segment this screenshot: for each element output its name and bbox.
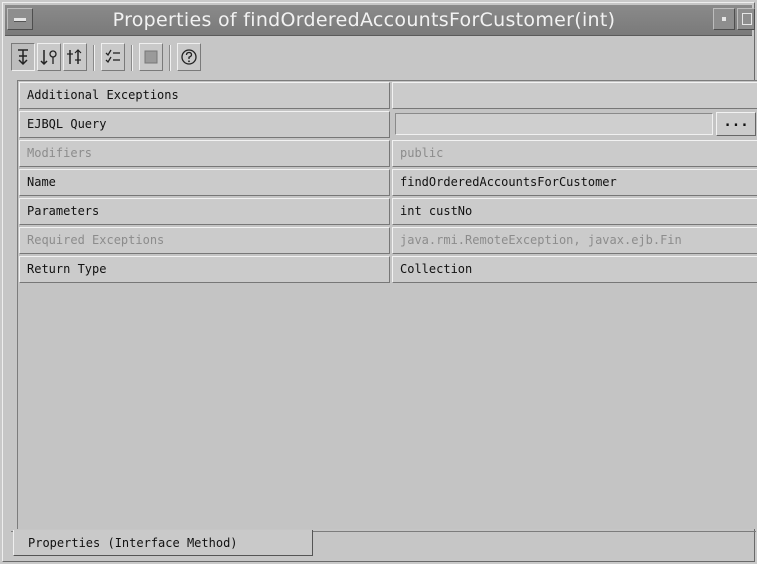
property-name-ejbql-query[interactable]: EJBQL Query (19, 111, 390, 138)
customize-icon (144, 50, 158, 64)
property-row: Return Type Collection (18, 255, 757, 284)
tab-properties-interface-method[interactable]: Properties (Interface Method) (13, 530, 313, 556)
unsorted-button[interactable] (63, 43, 87, 71)
toolbar-separator (93, 45, 95, 71)
property-value-required-exceptions: java.rmi.RemoteException, javax.ejb.Fin (392, 227, 757, 254)
property-row: EJBQL Query ... (18, 110, 757, 139)
ejbql-query-input[interactable] (395, 113, 713, 135)
help-icon (181, 49, 197, 65)
toolbar-separator (169, 45, 171, 71)
tab-strip: Properties (Interface Method) (11, 530, 756, 558)
property-name-parameters[interactable]: Parameters (19, 198, 390, 225)
property-value-return-type[interactable]: Collection (392, 256, 757, 283)
property-row: Modifiers public (18, 139, 757, 168)
sort-by-type-icon (40, 50, 57, 66)
properties-window: Properties of findOrderedAccountsForCust… (2, 2, 757, 562)
minimize-button[interactable] (713, 8, 735, 30)
property-name-return-type[interactable]: Return Type (19, 256, 390, 283)
toolbar-separator (131, 45, 133, 71)
property-row: Name findOrderedAccountsForCustomer (18, 168, 757, 197)
property-value-additional-exceptions[interactable] (392, 82, 757, 109)
ejbql-query-ellipsis-button[interactable]: ... (716, 112, 756, 136)
unsorted-icon (67, 49, 82, 64)
property-row: Required Exceptions java.rmi.RemoteExcep… (18, 226, 757, 255)
property-value-name[interactable]: findOrderedAccountsForCustomer (392, 169, 757, 196)
property-name-name[interactable]: Name (19, 169, 390, 196)
property-row: Additional Exceptions (18, 81, 757, 110)
property-name-modifiers: Modifiers (19, 140, 390, 167)
toolbar (11, 41, 283, 75)
window-menu-icon (14, 18, 26, 22)
property-row: Parameters int custNo (18, 197, 757, 226)
sort-by-type-button[interactable] (37, 43, 61, 71)
property-name-additional-exceptions[interactable]: Additional Exceptions (19, 82, 390, 109)
maximize-button[interactable] (737, 8, 755, 30)
title-bar[interactable]: Properties of findOrderedAccountsForCust… (5, 5, 755, 36)
property-value-parameters[interactable]: int custNo (392, 198, 757, 225)
window-title: Properties of findOrderedAccountsForCust… (112, 9, 616, 31)
maximize-icon (742, 13, 752, 25)
customize-button[interactable] (139, 43, 163, 71)
property-sheet: Additional Exceptions EJBQL Query ... Mo… (17, 80, 757, 529)
property-list-button[interactable] (101, 43, 125, 71)
sort-by-name-icon (18, 49, 28, 66)
property-list-icon (105, 49, 120, 64)
sort-by-name-button[interactable] (11, 43, 35, 71)
property-value-modifiers: public (392, 140, 757, 167)
minimize-icon (722, 17, 726, 21)
help-button[interactable] (177, 43, 201, 71)
window-menu-button[interactable] (7, 8, 33, 30)
property-name-required-exceptions: Required Exceptions (19, 227, 390, 254)
